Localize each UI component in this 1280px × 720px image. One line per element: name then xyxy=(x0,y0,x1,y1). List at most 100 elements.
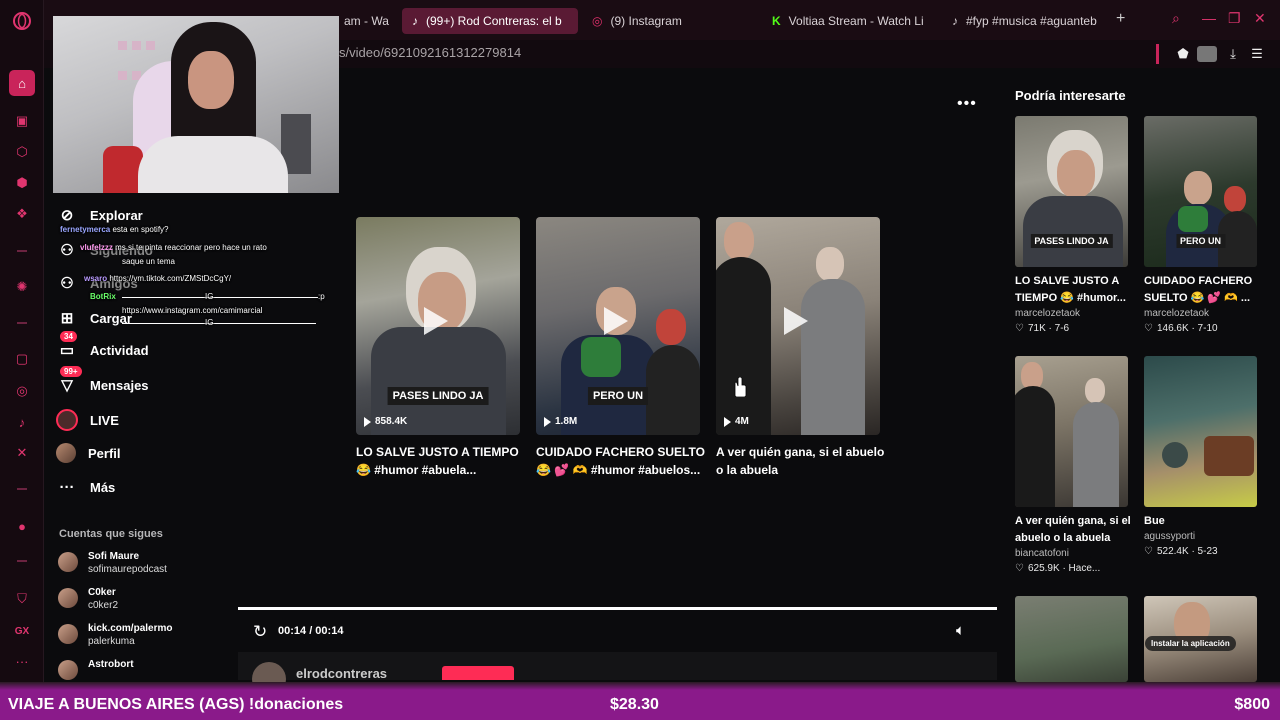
video-card[interactable]: PERO UN 1.8M CUIDADO FACHERO SUELTO 😂 💕 … xyxy=(536,217,705,479)
record-icon[interactable]: ● xyxy=(9,513,35,539)
nav-activity[interactable]: ▭ 34 Actividad xyxy=(56,331,149,362)
video-title[interactable]: A ver quién gana, si el abuelo o la abue… xyxy=(1015,513,1135,547)
tiktok-icon[interactable]: ♪ xyxy=(9,409,35,435)
video-card[interactable]: PASES LINDO JA 858.4K LO SALVE JUSTO A T… xyxy=(356,217,520,479)
chat-message: BotRix xyxy=(90,292,116,301)
gx-icon[interactable]: GX xyxy=(9,618,35,644)
ai-icon[interactable]: ✺ xyxy=(9,274,35,300)
chat-message: vlufelzzz ms si te pinta reaccionar pero… xyxy=(80,243,267,252)
plus-square-icon: ⊞ xyxy=(60,310,74,327)
video-author[interactable]: marcelozetaok xyxy=(1144,308,1257,319)
recommended-video[interactable] xyxy=(1015,596,1128,682)
video-title[interactable]: A ver quién gana, si el abuelo o la abue… xyxy=(716,443,888,479)
video-author[interactable]: biancatofoni xyxy=(1015,548,1128,559)
progress-bar[interactable] xyxy=(238,607,997,610)
heart-icon: ♡ xyxy=(1144,546,1153,557)
video-title[interactable]: LO SALVE JUSTO A TIEMPO 😂 #humor... xyxy=(1015,273,1135,307)
opera-logo-icon[interactable] xyxy=(9,8,35,34)
nav-messages[interactable]: ▽ 99+ Mensajes xyxy=(56,366,149,397)
gamepad-icon[interactable]: ▣ xyxy=(9,108,35,134)
divider xyxy=(17,322,27,324)
search-icon[interactable]: ⌕ xyxy=(1172,10,1180,27)
screen: ⌂ ▣ ⬡ ⬢ ❖ ✺ ▢ ◎ ♪ ✕ ● ⛉ GX ··· am - Wa ♪… xyxy=(0,0,1280,720)
nav-live[interactable]: LIVE xyxy=(56,408,119,432)
video-thumbnail[interactable] xyxy=(1015,596,1128,682)
more-options-icon[interactable]: ••• xyxy=(957,95,977,113)
nav-more[interactable]: ··· Más xyxy=(56,475,116,499)
nav-profile[interactable]: Perfil xyxy=(56,441,121,465)
video-caption: PASES LINDO JA xyxy=(387,387,489,405)
chat-divider xyxy=(122,297,318,298)
shield-icon[interactable]: ⛉ xyxy=(9,586,35,612)
close-icon[interactable]: ✕ xyxy=(1254,10,1266,27)
nav-label: Perfil xyxy=(88,445,121,461)
menu-icon[interactable]: ☰ xyxy=(1246,44,1268,64)
video-thumbnail[interactable]: 4M xyxy=(716,217,880,435)
video-thumbnail[interactable]: PERO UN 1.8M xyxy=(536,217,700,435)
x-icon[interactable]: ✕ xyxy=(9,440,35,466)
recommended-video[interactable]: A ver quién gana, si el abuelo o la abue… xyxy=(1015,356,1131,574)
time-display: 00:14 / 00:14 xyxy=(278,625,344,637)
download-icon[interactable]: ⤓ xyxy=(1222,44,1244,64)
video-thumbnail[interactable] xyxy=(1144,356,1257,507)
install-app-button[interactable]: Instalar la aplicación xyxy=(1145,636,1236,651)
twitch-icon[interactable]: ▢ xyxy=(9,346,35,372)
volume-icon[interactable]: 🔈︎ xyxy=(956,622,965,639)
puzzle-icon[interactable]: ⬟ xyxy=(1172,44,1194,64)
replay-icon[interactable]: ↻ xyxy=(253,622,267,642)
cube-icon[interactable]: ❖ xyxy=(9,201,35,227)
followed-account[interactable]: Sofi Maure sofimaurepodcast xyxy=(58,550,167,576)
url-text[interactable]: s/video/6921092161312279814 xyxy=(339,45,521,60)
instagram-icon: ◎ xyxy=(592,14,603,28)
recommended-video[interactable]: PERO UN CUIDADO FACHERO SUELTO 😂 💕 🫶 ...… xyxy=(1144,116,1257,334)
vpn-icon[interactable]: ⬢ xyxy=(9,170,35,196)
tab-tiktok[interactable]: ♪ #fyp #musica #aguanteb xyxy=(942,8,1112,34)
author-row: elrodcontreras xyxy=(238,652,997,696)
video-thumbnail[interactable] xyxy=(1015,356,1128,507)
video-author[interactable]: marcelozetaok xyxy=(1015,308,1128,319)
video-title[interactable]: CUIDADO FACHERO SUELTO 😂 💕 🫶 #humor #abu… xyxy=(536,443,708,479)
nav-label: Explorar xyxy=(90,207,143,223)
nav-label: Actividad xyxy=(90,342,149,358)
chat-divider xyxy=(122,323,316,324)
recommended-video[interactable]: Bue agussyporti ♡ 522.4K · 5-23 xyxy=(1144,356,1257,557)
more-icon[interactable]: ··· xyxy=(9,648,35,674)
tab-label: am - Wa xyxy=(344,14,389,28)
follow-button[interactable] xyxy=(442,666,514,680)
video-stats: ♡ 625.9K · Hace... xyxy=(1015,563,1101,574)
followed-account[interactable]: kick.com/palermo palerkuma xyxy=(58,622,172,648)
play-icon xyxy=(424,307,448,335)
maximize-icon[interactable]: ❐ xyxy=(1228,10,1241,27)
video-title[interactable]: CUIDADO FACHERO SUELTO 😂 💕 🫶 ... xyxy=(1144,273,1264,307)
video-title[interactable]: Bue xyxy=(1144,513,1264,530)
chat-message: wsaro https://vm.tiktok.com/ZMStDcCgY/ xyxy=(84,274,232,283)
home-icon[interactable]: ⌂ xyxy=(9,70,35,96)
instagram-icon[interactable]: ◎ xyxy=(9,378,35,404)
followed-account[interactable]: Astrobort xyxy=(58,658,134,680)
minimize-icon[interactable]: — xyxy=(1202,10,1216,26)
recommended-video[interactable]: PASES LINDO JA LO SALVE JUSTO A TIEMPO 😂… xyxy=(1015,116,1128,334)
video-card[interactable]: 4M A ver quién gana, si el abuelo o la a… xyxy=(716,217,884,479)
author-name[interactable]: elrodcontreras xyxy=(296,666,387,681)
extension-icon[interactable]: ⬡ xyxy=(9,139,35,165)
video-thumbnail[interactable]: PERO UN xyxy=(1144,116,1257,267)
divider xyxy=(17,488,27,490)
compass-icon: ⊘ xyxy=(60,207,74,224)
followed-account[interactable]: C0ker c0ker2 xyxy=(58,586,118,612)
video-thumbnail[interactable]: PASES LINDO JA 858.4K xyxy=(356,217,520,435)
video-author[interactable]: agussyporti xyxy=(1144,531,1257,542)
following-section-title: Cuentas que sigues xyxy=(59,528,163,540)
video-thumbnail[interactable]: PASES LINDO JA xyxy=(1015,116,1128,267)
tab-tiktok-active[interactable]: ♪ (99+) Rod Contreras: el b xyxy=(402,8,578,34)
video-title[interactable]: LO SALVE JUSTO A TIEMPO 😂 #humor #abuela… xyxy=(356,443,528,479)
new-tab-button[interactable]: + xyxy=(1116,10,1125,28)
nav-explore[interactable]: ⊘ Explorar xyxy=(56,203,143,227)
nav-upload[interactable]: ⊞ Cargar xyxy=(56,306,132,330)
nav-label: Mensajes xyxy=(90,377,149,393)
tiktok-icon: ♪ xyxy=(412,14,418,28)
tab-kick[interactable]: K Voltiaa Stream - Watch Li xyxy=(762,8,932,34)
tab-instagram[interactable]: ◎ (9) Instagram xyxy=(582,8,752,34)
avatar[interactable] xyxy=(1196,44,1218,64)
avatar xyxy=(58,660,78,680)
donation-ticker: VIAJE A BUENOS AIRES (AGS) !donaciones $… xyxy=(0,690,1280,720)
